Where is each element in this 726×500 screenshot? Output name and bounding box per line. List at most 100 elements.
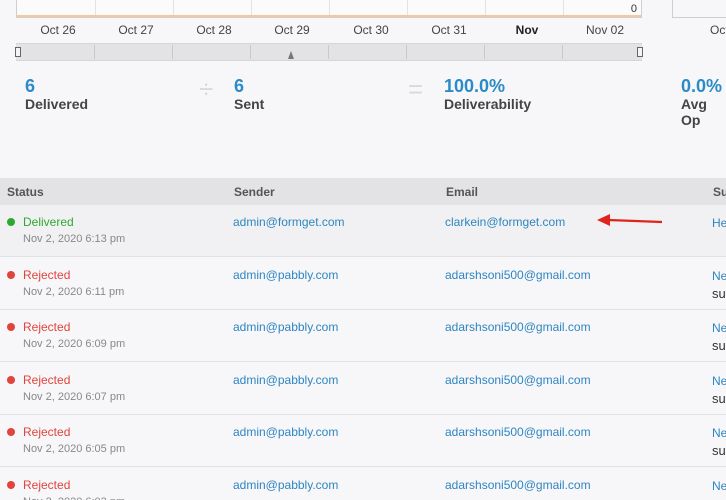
navigator-divider [328,45,329,59]
status-label: Rejected [23,372,71,387]
divide-icon: ÷ [199,74,214,104]
stat-sent-label: Sent [234,96,265,112]
status-timestamp: Nov 2, 2020 6:05 pm [23,443,126,455]
sender-link[interactable]: admin@formget.com [233,215,345,229]
navigator-left-handle[interactable] [15,47,21,57]
subject-text: su [712,338,726,353]
chart-gridline [251,0,252,16]
column-header-sender[interactable]: Sender [234,185,275,199]
subject-link[interactable]: Ne [712,321,726,335]
sender-link[interactable]: admin@pabbly.com [233,373,338,387]
status-label: Rejected [23,320,71,334]
recipient-email-link[interactable]: adarshsoni500@gmail.com [445,320,591,334]
subject-link[interactable]: He [712,216,726,230]
stat-delivered: 6 Delivered [25,76,88,112]
chart-gridline [485,0,486,16]
stat-avg-open-value: 0.0% [681,76,723,96]
chart-range-navigator[interactable] [15,43,643,61]
chart-gridline [563,0,564,16]
stat-avg-open: 0.0% Avg Op [681,76,726,128]
stat-deliverability: 100.0% Deliverability [444,76,531,112]
status-dot-icon [7,480,15,489]
x-axis-tick-label: Oct 30 [353,23,389,37]
recipient-email-link[interactable]: clarkein@formget.com [445,215,565,229]
subject-text: su [712,285,726,301]
secondary-chart [672,0,726,18]
stat-sent: 6 Sent [234,76,264,112]
recipient-email-link[interactable]: adarshsoni500@gmail.com [445,268,591,282]
subject-link[interactable]: Ne [712,374,726,388]
x-axis-tick-label: Oct 28 [196,23,232,37]
x-axis-tick-label: Nov 02 [585,23,625,37]
status-dot-icon [7,428,15,436]
subject-text: su [712,390,726,406]
subject-text: su [712,443,726,458]
status-dot-icon [7,218,15,226]
x-axis-tick-label: Oct 26 [40,23,76,37]
subject-cell[interactable]: He [712,215,726,232]
secondary-x-tick: Oct 2 [710,23,726,37]
equals-icon: = [408,74,424,104]
subject-link[interactable]: Ne [712,269,726,283]
sender-link[interactable]: admin@pabbly.com [233,268,338,282]
navigator-scroll-marker-icon[interactable] [288,51,294,59]
stat-delivered-label: Delivered [25,96,89,112]
navigator-divider [406,45,407,59]
column-header-email[interactable]: Email [446,185,478,199]
navigator-divider [562,45,563,59]
subject-text: su [712,496,726,500]
navigator-divider [250,45,251,59]
status-label: Rejected [23,425,71,439]
email-log-table-header: Status Sender Email Su [0,178,726,205]
subject-cell[interactable]: Ne su [712,268,726,303]
stat-delivered-value: 6 [25,76,36,96]
sender-link[interactable]: admin@pabbly.com [233,478,338,492]
subject-link[interactable]: Ne [712,479,726,493]
status-dot-icon [7,375,15,384]
status-timestamp: Nov 2, 2020 6:07 pm [23,390,126,403]
table-row[interactable]: Rejected Nov 2, 2020 6:03 pm admin@pabbly.… [0,467,726,500]
email-log-page: 0 Oct 26 Oct 27 Oct 28 Oct 29 Oct 30 Oct 31 No… [0,0,726,500]
status-label: Delivered [23,215,74,229]
stat-avg-open-label: Avg Op [681,96,707,128]
status-label: Rejected [23,477,71,492]
status-dot-icon [7,323,15,331]
sender-link[interactable]: admin@pabbly.com [233,320,338,334]
subject-cell[interactable]: Ne su [712,373,726,408]
x-axis-tick-label: Oct 27 [118,23,154,37]
column-header-status[interactable]: Status [7,185,44,199]
sender-link[interactable]: admin@pabbly.com [233,425,338,439]
subject-link[interactable]: Ne [712,426,726,440]
x-axis-tick-label: Oct 31 [431,23,467,37]
column-header-subject[interactable]: Su [713,185,726,199]
subject-cell[interactable]: Ne su [712,320,726,355]
y-axis-zero-label: 0 [630,3,637,15]
status-dot-icon [7,270,15,279]
recipient-email-link[interactable]: adarshsoni500@gmail.com [445,425,591,439]
navigator-right-handle[interactable] [637,47,643,57]
stat-sent-value: 6 [234,76,245,96]
status-timestamp: Nov 2, 2020 6:13 pm [23,233,126,245]
chart-gridline [329,0,330,16]
table-row[interactable]: Rejected Nov 2, 2020 6:11 pm admin@pabbly.… [0,257,726,310]
table-row[interactable]: Rejected Nov 2, 2020 6:05 pm admin@pabbly.… [0,415,726,467]
chart-gridline [173,0,174,16]
status-timestamp: Nov 2, 2020 6:03 pm [23,496,125,500]
table-row[interactable]: Rejected Nov 2, 2020 6:07 pm admin@pabbly.… [0,362,726,415]
status-timestamp: Nov 2, 2020 6:11 pm [23,285,125,298]
navigator-divider [172,45,173,59]
navigator-divider [484,45,485,59]
stat-deliverability-value: 100.0% [444,76,506,96]
status-timestamp: Nov 2, 2020 6:09 pm [23,338,126,350]
x-axis-tick-label: Oct 29 [274,23,310,37]
subject-cell[interactable]: Ne su [712,425,726,460]
recipient-email-link[interactable]: adarshsoni500@gmail.com [445,478,591,492]
subject-cell[interactable]: Ne su [712,478,726,500]
table-row[interactable]: Rejected Nov 2, 2020 6:09 pm admin@pabbly.… [0,310,726,362]
status-label: Rejected [23,267,71,282]
annotation-arrow-icon [597,214,663,226]
recipient-email-link[interactable]: adarshsoni500@gmail.com [445,373,591,387]
stat-deliverability-label: Deliverability [444,96,532,112]
deliveries-chart: 0 [16,0,642,18]
navigator-divider [94,45,95,59]
